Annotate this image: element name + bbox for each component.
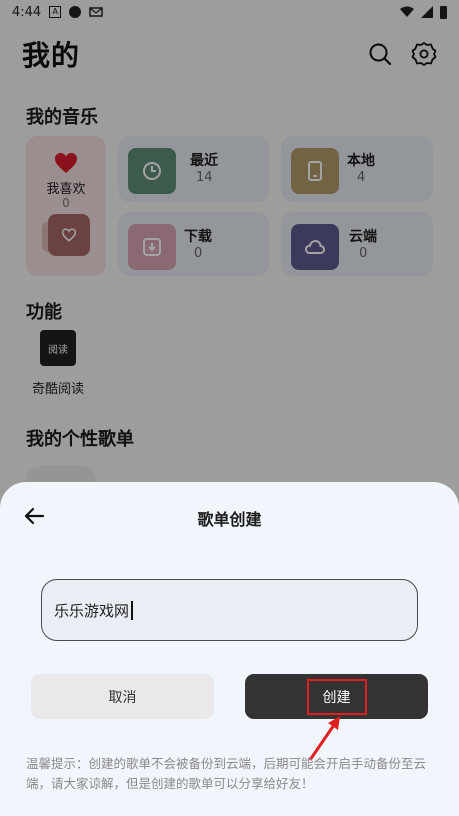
cancel-button[interactable]: 取消 (31, 674, 214, 719)
text-caret (131, 600, 134, 620)
tip-text: 温馨提示：创建的歌单不会被备份到云端，后期可能会开启手动备份至云端，请大家谅解，… (26, 756, 427, 791)
playlist-name-value: 乐乐游戏网 (54, 601, 130, 620)
create-playlist-sheet: 歌单创建 乐乐游戏网 取消 创建 温馨提示：创建的歌单不会被备份到云端，后期可能… (0, 482, 459, 816)
create-button[interactable]: 创建 (245, 674, 428, 719)
sheet-title: 歌单创建 (197, 510, 262, 529)
playlist-name-input[interactable]: 乐乐游戏网 (41, 579, 418, 641)
create-button-label: 创建 (306, 678, 367, 715)
